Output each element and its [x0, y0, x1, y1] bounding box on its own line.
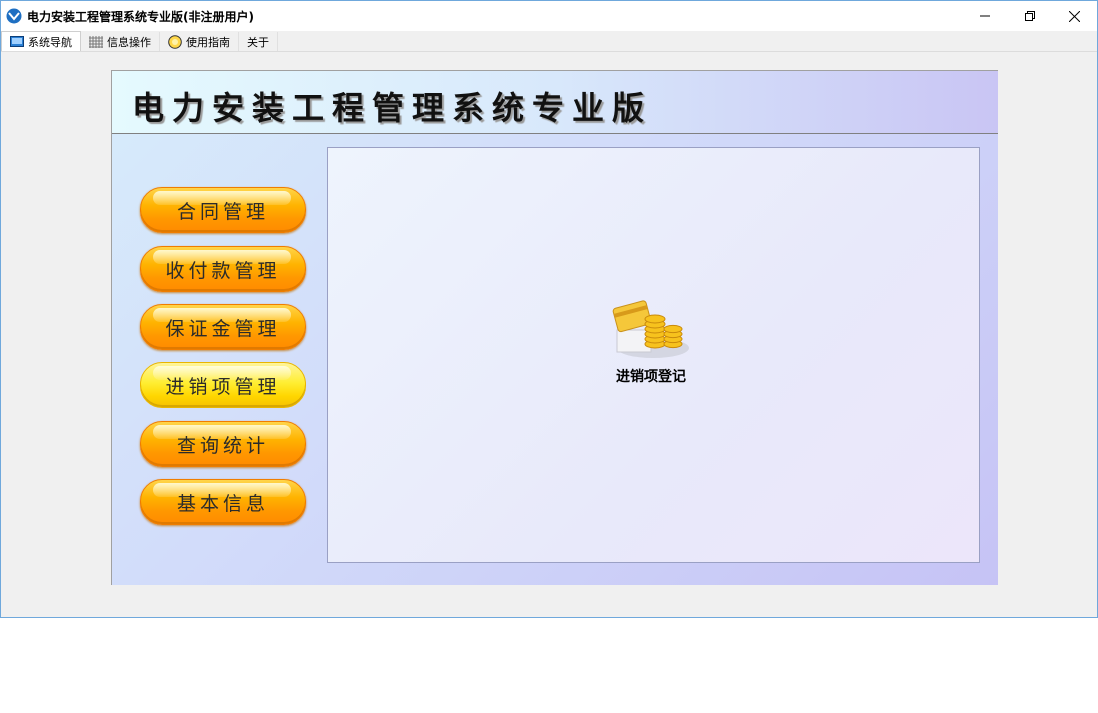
button-label: 基本信息: [176, 492, 269, 515]
button-label: 保证金管理: [165, 317, 281, 340]
banner: 电力安装工程管理系统专业版: [112, 71, 998, 134]
menu-bar: 系统导航 信息操作 使用指南 关于: [1, 31, 1097, 52]
payment-management-button[interactable]: 收付款管理: [140, 246, 306, 292]
deposit-management-button[interactable]: 保证金管理: [140, 304, 306, 350]
tab-about[interactable]: 关于: [239, 32, 278, 51]
content-area: 进销项登记: [327, 147, 980, 563]
close-icon: [1069, 10, 1080, 22]
window-controls: [962, 1, 1097, 31]
app-window: 电力安装工程管理系统专业版(非注册用户) 系统导航 信息操作 使用指南 关于 电…: [0, 0, 1098, 618]
minimize-icon: [979, 15, 990, 17]
button-label: 收付款管理: [165, 259, 281, 282]
contract-management-button[interactable]: 合同管理: [140, 187, 306, 233]
tab-system-navigation[interactable]: 系统导航: [1, 31, 81, 51]
main-panel: 电力安装工程管理系统专业版 合同管理 收付款管理 保证金管理 进销项管理 查询统…: [111, 70, 998, 585]
app-logo-icon: [6, 8, 22, 24]
tab-label: 系统导航: [28, 35, 72, 49]
minimize-button[interactable]: [962, 1, 1007, 31]
restore-button[interactable]: [1007, 1, 1052, 31]
title-bar: 电力安装工程管理系统专业版(非注册用户): [1, 1, 1097, 31]
tab-label: 关于: [247, 35, 269, 49]
button-label: 查询统计: [176, 434, 269, 457]
invoice-management-button[interactable]: 进销项管理: [140, 362, 306, 408]
restore-icon: [1024, 11, 1035, 21]
query-statistics-button[interactable]: 查询统计: [140, 421, 306, 467]
close-button[interactable]: [1052, 1, 1097, 31]
button-label: 进销项管理: [165, 375, 281, 398]
banner-title: 电力安装工程管理系统专业版: [132, 89, 653, 127]
button-label: 合同管理: [176, 200, 269, 223]
tab-info-operation[interactable]: 信息操作: [81, 32, 160, 51]
tab-label: 信息操作: [107, 35, 151, 49]
window-title: 电力安装工程管理系统专业版(非注册用户): [27, 9, 254, 24]
basic-info-button[interactable]: 基本信息: [140, 479, 306, 525]
help-icon: [168, 34, 182, 49]
invoice-register-shortcut[interactable]: 进销项登记: [606, 296, 696, 386]
monitor-icon: [10, 35, 24, 47]
coins-card-icon: [612, 300, 689, 358]
tab-user-guide[interactable]: 使用指南: [160, 32, 239, 51]
tab-label: 使用指南: [186, 35, 230, 49]
entry-label: 进销项登记: [616, 369, 686, 385]
grid-icon: [89, 35, 103, 48]
